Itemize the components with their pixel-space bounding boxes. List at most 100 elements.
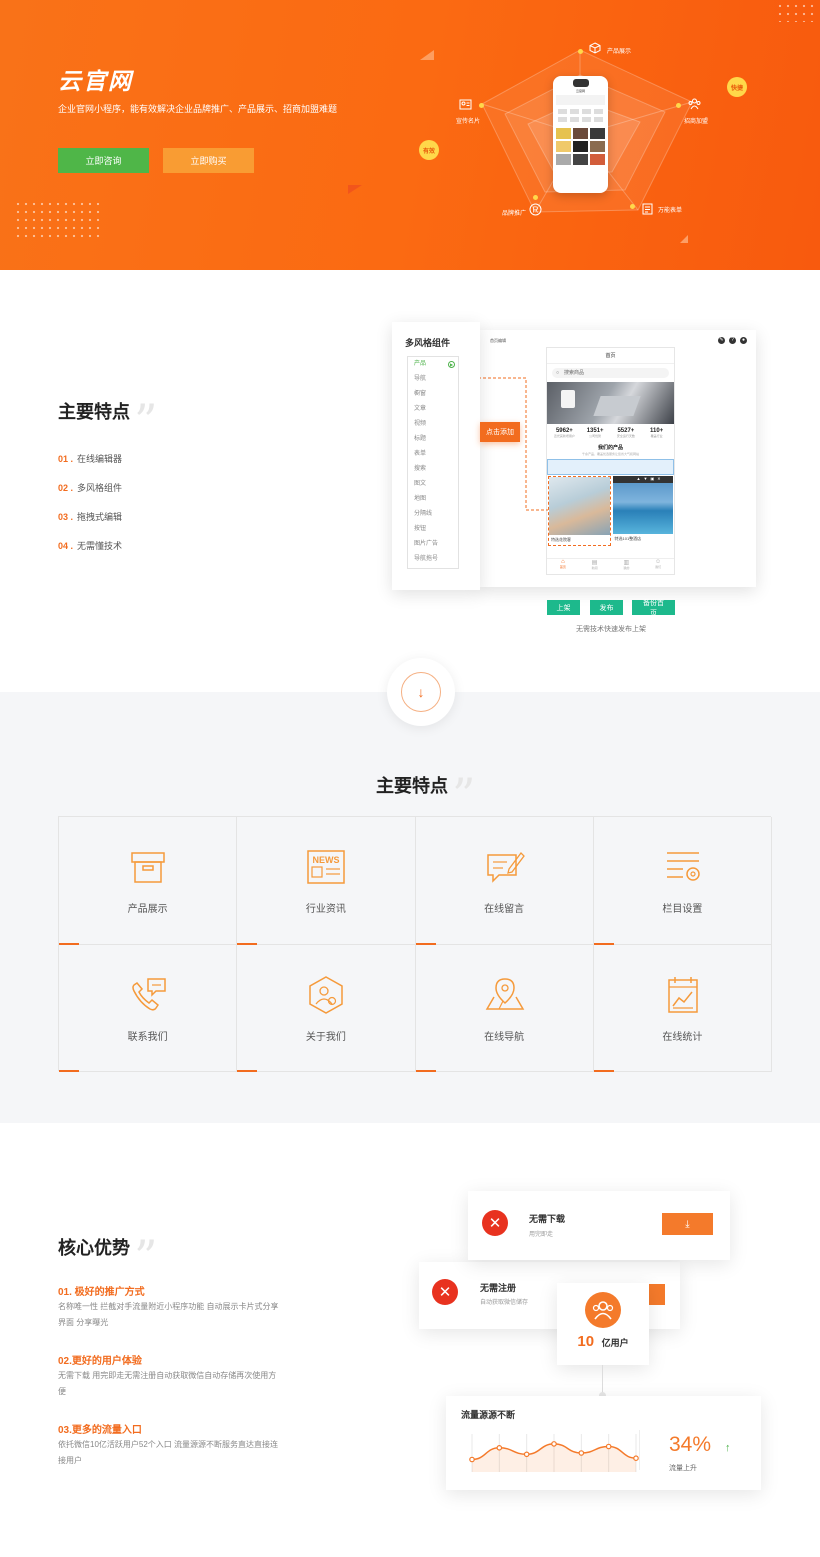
component-item[interactable]: 橱窗 [408, 387, 458, 402]
grid-cell-message[interactable]: 在线留言 [415, 817, 594, 945]
advantage-title: 01. 极好的推广方式 [58, 1287, 145, 1298]
component-panel-title: 多风格组件 [405, 338, 451, 348]
add-component-button[interactable]: 点击添加 [480, 422, 520, 442]
tabbar: ⌂ 首页 ▤ 新闻 ▥ 我的 ☺ 我们 [547, 558, 674, 574]
tab-news[interactable]: ▤ 新闻 [579, 559, 611, 574]
hero-banner: 云官网 企业官网小程序，能有效解决企业品牌推广、产品展示、招商加盟难题 立即咨询… [0, 0, 820, 270]
no-download-card: ✕ 无需下载 用完即走 ⤓ [468, 1191, 730, 1260]
shelf-button[interactable]: 上架 [547, 600, 580, 615]
grid-cell-navigation[interactable]: 在线导航 [415, 944, 594, 1072]
copy-icon[interactable]: ▣ [650, 476, 654, 483]
features-title: 主要特点 [58, 402, 130, 422]
product-image: ▲ ▼ ▣ ✕ [612, 476, 673, 534]
component-item[interactable]: 按钮 [408, 522, 458, 537]
users-icon [585, 1292, 621, 1328]
chevron-down-icon[interactable]: ▼ [643, 476, 647, 483]
brand-title: 云官网 [58, 68, 133, 94]
component-item[interactable]: 导航拖号 [408, 552, 458, 567]
delete-icon[interactable]: ✕ [657, 476, 660, 483]
radar-dot [479, 103, 484, 108]
tab-home[interactable]: ⌂ 首页 [547, 559, 579, 574]
publish-button[interactable]: 发布 [590, 600, 623, 615]
message-edit-icon [486, 852, 525, 883]
quote-mark: ” [134, 394, 158, 448]
quote-mark: ” [134, 1230, 158, 1284]
component-item[interactable]: 搜索 [408, 462, 458, 477]
advantage-desc: 名称唯一性 拦截对手流量附近小程序功能 自动展示卡片式分享界面 分享曝光 [58, 1302, 279, 1327]
component-item[interactable]: 产品 ▶ [408, 357, 458, 372]
user-icon[interactable]: ● [740, 337, 747, 344]
scroll-down-button[interactable]: ↓ [387, 658, 455, 726]
advantages-title: 核心优势 [58, 1238, 130, 1258]
traffic-point [496, 1445, 503, 1451]
svg-text:NEWS: NEWS [313, 855, 340, 865]
component-item[interactable]: 分隔线 [408, 507, 458, 522]
backup-button[interactable]: 备份首页 [632, 600, 675, 617]
decor-triangle [420, 50, 434, 60]
tab-about[interactable]: ☺ 我们 [642, 559, 674, 574]
grid-title: 主要特点 [376, 776, 448, 796]
phone-chat-icon [132, 977, 166, 1011]
component-item[interactable]: 标题 [408, 432, 458, 447]
chevron-up-icon[interactable]: ▲ [637, 476, 641, 483]
map-pin-icon [485, 977, 524, 1010]
advantage-desc: 无需下载 用完即走无需注册自动获取微信自动存储再次使用方便 [58, 1371, 277, 1396]
traffic-label: 流量上升 [669, 1465, 697, 1472]
consult-button[interactable]: 立即咨询 [58, 148, 149, 173]
quote-mark: ” [452, 768, 476, 822]
decor-triangle [348, 185, 362, 194]
svg-text:R: R [533, 206, 539, 215]
component-item[interactable]: 地图 [408, 492, 458, 507]
download-icon: ⤓ [685, 1218, 690, 1230]
help-icon[interactable]: ? [729, 337, 736, 344]
download-button[interactable]: ⤓ [662, 1213, 713, 1235]
buy-button[interactable]: 立即购买 [163, 148, 254, 173]
radar-dot [630, 204, 635, 209]
component-panel: 多风格组件 产品 ▶ 导航 橱窗 文章 视频 标题 表单 搜索 图文 地图 分隔线… [392, 322, 480, 590]
advantage-title: 02.更好的用户体验 [58, 1356, 142, 1367]
radar-label-invest: 招商加盟 [684, 119, 709, 125]
editor-toolbar-title: 首页编辑 [490, 338, 506, 343]
grid-cell-statistics[interactable]: 在线统计 [593, 944, 772, 1072]
component-item[interactable]: 表单 [408, 447, 458, 462]
group-icon [688, 97, 701, 110]
grid-cell-news[interactable]: NEWS 行业资讯 [237, 817, 416, 945]
traffic-point [469, 1456, 475, 1463]
radar-dot [533, 195, 538, 200]
grid-cell-about[interactable]: 关于我们 [237, 944, 416, 1072]
feature-item: 04 . 无需懂技术 [58, 541, 123, 551]
badge-fast: 快捷 [727, 77, 747, 97]
advantage-title: 03.更多的流量入口 [58, 1425, 142, 1436]
tab-mine[interactable]: ▥ 我的 [611, 559, 643, 574]
calendar-chart-icon [668, 976, 698, 1013]
component-item[interactable]: 视频 [408, 417, 458, 432]
form-icon [641, 202, 654, 215]
badge-effective: 有效 [419, 140, 439, 160]
grid-cell-contact[interactable]: 联系我们 [59, 944, 238, 1072]
traffic-point [578, 1450, 585, 1456]
traffic-point [551, 1441, 557, 1447]
component-item[interactable]: 文章 [408, 402, 458, 417]
feature-item: 03 . 拖拽式编辑 [58, 512, 123, 522]
grid-cell-product[interactable]: 产品展示 [59, 817, 238, 945]
radar-label-card: 宣传名片 [456, 119, 481, 125]
traffic-card: 流量源源不断 34% ↑ 流量上升 [446, 1396, 761, 1490]
grid-cell-column[interactable]: 栏目设置 [593, 817, 772, 945]
feature-item: 01 . 在线编辑器 [58, 454, 123, 464]
doc-icon: ▥ [623, 560, 630, 566]
component-item[interactable]: 图文 [408, 477, 458, 492]
edit-icon[interactable]: ✎ [718, 337, 725, 344]
settings-list-icon [666, 852, 700, 881]
users-count: 10 [577, 1333, 595, 1350]
traffic-point [633, 1455, 639, 1462]
about-hexagon-icon [309, 975, 343, 1014]
arrow-up-icon: ↑ [725, 1442, 731, 1454]
news-icon: NEWS [307, 850, 345, 884]
arrow-down-icon: ↓ [401, 672, 441, 712]
component-item[interactable]: 导航 [408, 372, 458, 387]
component-item[interactable]: 图片广告 [408, 537, 458, 552]
users-card: 10 亿用户 [557, 1283, 649, 1365]
news-icon: ▤ [591, 560, 598, 566]
phone-title: 云官网 [575, 89, 585, 93]
hero-description: 企业官网小程序，能有效解决企业品牌推广、产品展示、招商加盟难题 [58, 104, 338, 114]
